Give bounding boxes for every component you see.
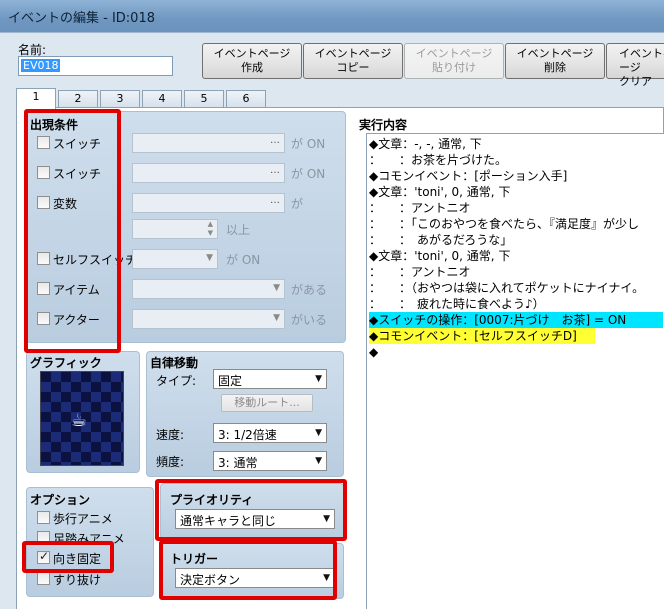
tab-6[interactable]: 6 — [226, 90, 266, 108]
command-line[interactable]: ： ：「このおやつを食べたら、『満足度』が少し — [369, 216, 639, 232]
actor-suffix: がいる — [291, 313, 328, 327]
walking-anim-checkbox[interactable] — [37, 511, 50, 524]
command-line[interactable]: ： ：（おやつは袋に入れてポケットにナイナイ。 — [369, 280, 644, 296]
tab-1[interactable]: 1 — [16, 88, 56, 109]
move-type-label: タイプ: — [156, 374, 197, 388]
teapot-icon: ☕ — [71, 410, 88, 431]
command-line-empty[interactable]: ◆ — [369, 344, 378, 360]
switch1-suffix: が ON — [291, 137, 326, 151]
command-line[interactable]: ： ：お茶を片づけた。 — [369, 152, 507, 168]
speed-label: 速度: — [156, 428, 185, 442]
contents-title: 実行内容 — [359, 118, 408, 132]
graphic-title: グラフィック — [30, 356, 102, 370]
conditions-highlight — [24, 109, 121, 353]
self-switch-select[interactable]: ▼ — [132, 249, 218, 269]
command-line[interactable]: ： ：アントニオ — [369, 200, 471, 216]
command-line-common-event[interactable]: ◆コモンイベント：[セルフスイッチD] — [369, 328, 595, 344]
self-switch-suffix: が ON — [226, 253, 261, 267]
freq-select[interactable]: 3: 通常 ▼ — [213, 451, 327, 471]
command-line[interactable]: ◆文章：-, -, 通常, 下 — [369, 136, 482, 152]
title-bar: イベントの編集 - ID:018 — [0, 0, 664, 32]
event-commands-list[interactable]: ◆文章：-, -, 通常, 下 ： ：お茶を片づけた。 ◆コモンイベント：[ポー… — [366, 133, 664, 609]
through-checkbox[interactable] — [37, 572, 50, 585]
tab-3[interactable]: 3 — [100, 90, 140, 108]
speed-value: 3: 1/2倍速 — [218, 428, 277, 442]
move-type-value: 固定 — [218, 374, 243, 388]
freq-value: 3: 通常 — [218, 456, 258, 470]
item-suffix: がある — [291, 283, 328, 297]
move-route-button[interactable]: 移動ルート... — [221, 394, 313, 412]
ellipsis-icon: … — [270, 195, 280, 206]
chevron-down-icon: ▼ — [315, 428, 322, 438]
trigger-highlight — [159, 540, 337, 600]
paste-page-button[interactable]: イベントページ 貼り付け — [404, 43, 504, 79]
create-page-button[interactable]: イベントページ 作成 — [202, 43, 302, 79]
move-type-select[interactable]: 固定 ▼ — [213, 369, 327, 389]
command-line[interactable]: ： ：アントニオ — [369, 264, 471, 280]
clear-page-button[interactable]: イベントページ クリア — [606, 43, 664, 88]
ellipsis-icon: … — [270, 135, 280, 146]
ellipsis-icon: … — [270, 165, 280, 176]
through-label: すり抜け — [53, 573, 102, 587]
delete-page-button[interactable]: イベントページ 削除 — [505, 43, 605, 79]
command-line-switch[interactable]: ◆スイッチの操作：[0007:片づけ お茶] = ON — [369, 312, 663, 328]
spin-down-icon[interactable]: ▼ — [208, 229, 213, 237]
tab-2[interactable]: 2 — [58, 90, 98, 108]
spin-up-icon[interactable]: ▲ — [208, 220, 213, 228]
name-input-value: EV018 — [21, 59, 61, 72]
window-title: イベントの編集 - ID:018 — [8, 11, 155, 26]
options-title: オプション — [30, 493, 91, 507]
chevron-down-icon: ▼ — [273, 313, 280, 323]
direction-fix-highlight — [22, 541, 114, 573]
walking-anim-label: 歩行アニメ — [53, 512, 113, 526]
command-line[interactable]: ◆文章：'toni', 0, 通常, 下 — [369, 248, 510, 264]
tab-5[interactable]: 5 — [184, 90, 224, 108]
variable-suffix: が — [291, 197, 304, 211]
command-line[interactable]: ： ： 疲れた時に食べよう♪） — [369, 296, 545, 312]
variable-select[interactable]: … — [132, 193, 285, 213]
chevron-down-icon: ▼ — [315, 374, 322, 384]
switch2-suffix: が ON — [291, 167, 326, 181]
command-line[interactable]: ◆文章：'toni', 0, 通常, 下 — [369, 184, 510, 200]
copy-page-button[interactable]: イベントページ コピー — [303, 43, 403, 79]
variable-value-spinner[interactable]: ▲ ▼ — [132, 219, 218, 239]
speed-select[interactable]: 3: 1/2倍速 ▼ — [213, 423, 327, 443]
chevron-down-icon: ▼ — [273, 283, 280, 293]
variable-suffix2: 以上 — [226, 223, 251, 237]
chevron-down-icon: ▼ — [315, 456, 322, 466]
autonomous-title: 自律移動 — [150, 356, 199, 370]
command-line[interactable]: ： ： あがるだろうな」 — [369, 232, 512, 248]
command-line[interactable]: ◆コモンイベント：[ポーション入手] — [369, 168, 567, 184]
switch1-select[interactable]: … — [132, 133, 285, 153]
graphic-preview[interactable]: ☕ — [40, 371, 124, 466]
switch2-select[interactable]: … — [132, 163, 285, 183]
actor-select[interactable]: ▼ — [132, 309, 285, 329]
tab-4[interactable]: 4 — [142, 90, 182, 108]
freq-label: 頻度: — [156, 455, 185, 469]
event-editor-window: 名前: EV018 イベントページ 作成 イベントページ コピー イベントページ… — [0, 32, 664, 609]
priority-highlight — [155, 479, 347, 541]
chevron-down-icon: ▼ — [206, 253, 213, 263]
item-select[interactable]: ▼ — [132, 279, 285, 299]
name-input[interactable]: EV018 — [18, 56, 173, 76]
